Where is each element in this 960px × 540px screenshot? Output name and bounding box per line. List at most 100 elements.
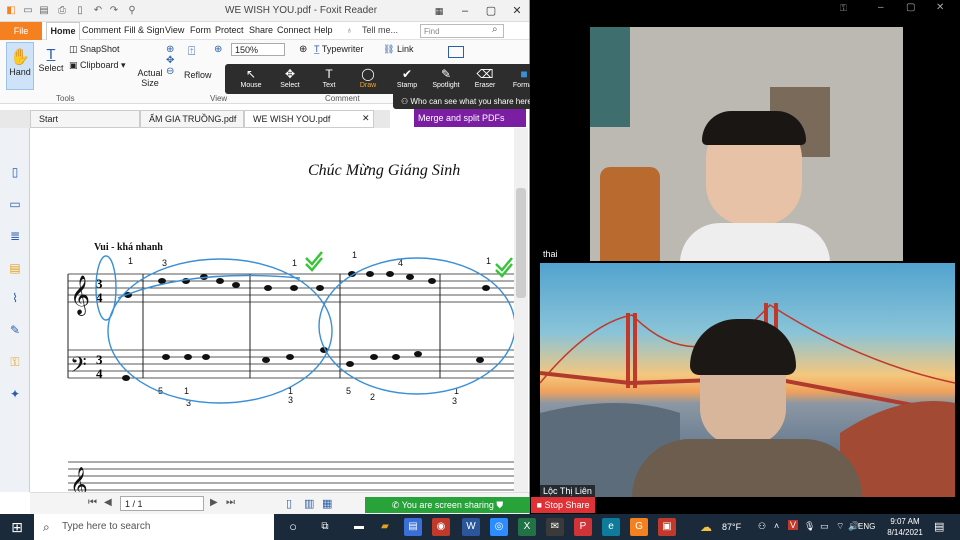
draw-tool-spotlight[interactable]: ✎ Spotlight [426,67,466,93]
undo-icon[interactable]: ↶ [92,5,104,17]
page-icon[interactable]: ▯ [74,5,86,17]
tell-me[interactable]: Tell me... [362,25,398,35]
draw-tool-select[interactable]: ✥ Select [270,67,310,93]
layers-icon[interactable]: ≣ [7,228,23,244]
foxit-app-icon[interactable]: G [630,518,648,536]
file-explorer-icon[interactable]: ▬ [350,518,368,536]
zoom-tools-icon[interactable]: ⊕ ✥ ⊖ [166,44,174,77]
single-page-icon[interactable]: ▯ [286,497,292,510]
menu-comment[interactable]: Comment [82,25,121,35]
app-red-icon[interactable]: ◉ [432,518,450,536]
merge-pdfs-banner[interactable]: Merge and split PDFs [414,109,526,127]
mail-icon[interactable]: ✉ [546,518,564,536]
redo-icon[interactable]: ↷ [108,5,120,17]
word-icon[interactable]: W [462,518,480,536]
window-minimize-zoom[interactable]: – [878,2,884,13]
zoom-in-icon[interactable]: ⊕ [299,44,307,55]
comments-icon[interactable]: ▤ [7,260,23,276]
tab-we-wish-you[interactable]: WE WISH YOU.pdf [244,110,374,128]
snapshot-button[interactable]: ◫ SnapShot [69,44,120,55]
prev-page-icon[interactable]: ◀ [104,497,112,508]
powerpoint-icon[interactable]: P [574,518,592,536]
next-page-icon[interactable]: ▶ [210,497,218,508]
menu-share[interactable]: Share [249,25,273,35]
clock[interactable]: 9:07 AM 8/14/2021 [884,516,926,538]
language-indicator[interactable]: ENG [858,522,875,531]
draw-tool-draw[interactable]: ◯ Draw [348,67,388,93]
screen-icon[interactable] [448,46,464,58]
close-button[interactable]: ✕ [504,2,529,20]
tools-icon[interactable]: ✦ [7,386,23,402]
customize-icon[interactable]: ⚲ [126,5,138,17]
facing-icon[interactable]: ▦ [322,497,332,510]
menu-fill-sign[interactable]: Fill & Sign [124,25,165,35]
menu-help[interactable]: Help [314,25,333,35]
people-icon[interactable]: ⚇ [758,521,766,532]
last-page-icon[interactable]: ⏭ [226,497,235,508]
select-button[interactable]: T̲ Select [37,42,65,90]
tab-start[interactable]: Start [30,110,140,128]
menu-view[interactable]: View [165,25,184,35]
window-close-zoom[interactable]: ✕ [936,2,944,13]
wifi-icon[interactable]: ⌔ [836,521,844,532]
zoom-app-icon[interactable]: ◎ [490,518,508,536]
actual-size-button[interactable]: Actual Size [134,68,166,88]
pages-icon[interactable]: ▯ [7,164,23,180]
link-button[interactable]: ⛓ Link [383,44,413,55]
store-icon[interactable]: ▤ [404,518,422,536]
taskbar-search[interactable]: ⌕ Type here to search [34,514,274,540]
first-page-icon[interactable]: ⏮ [88,497,97,508]
hand-button[interactable]: ✋ Hand [6,42,34,90]
notifications-icon[interactable]: ▤ [934,520,944,533]
menu-file[interactable]: File [0,22,42,40]
menu-protect[interactable]: Protect [215,25,244,35]
battery-icon[interactable]: ▭ [820,521,829,532]
excel-icon[interactable]: X [518,518,536,536]
signature-icon[interactable]: ✎ [7,322,23,338]
attachment-icon[interactable]: ⌇ [7,290,23,306]
participant-video-thai[interactable] [590,27,903,261]
participant-video-loc-thi-lien[interactable] [540,263,955,497]
draw-tool-text[interactable]: T Text [309,67,349,93]
menu-form[interactable]: Form [190,25,211,35]
minimize-button[interactable]: – [452,2,478,20]
folder-icon[interactable]: ▰ [376,518,394,536]
continuous-icon[interactable]: ▥ [304,497,314,510]
stop-share-button[interactable]: ■ Stop Share [531,497,595,513]
windows-start-icon[interactable]: ⊞ [0,514,34,540]
weather-icon[interactable]: ☁ [700,520,712,534]
tab-am-gia-truong[interactable]: ẨM GIA TRUỒNG.pdf [140,110,244,128]
draw-tool-mouse[interactable]: ↖ Mouse [231,67,271,93]
reflow-button[interactable]: Reflow [184,70,212,80]
window-maximize-zoom[interactable]: ▢ [906,2,915,13]
clipboard-button[interactable]: ▣ Clipboard ▾ [69,60,126,71]
typewriter-button[interactable]: T̲ Typewriter [314,44,363,54]
bookmark-icon[interactable]: ▭ [7,196,23,212]
open-icon[interactable]: ▭ [22,5,34,17]
pdf-app-icon[interactable]: ▣ [658,518,676,536]
task-view-icon[interactable]: ⧉ [316,518,334,536]
search-icon[interactable]: ⌕ [492,24,498,35]
save-icon[interactable]: ▤ [38,5,50,17]
microphone-icon[interactable]: 🎙 [804,521,815,532]
edge-icon[interactable]: e [602,518,620,536]
vertical-scrollbar[interactable] [514,128,528,492]
lock-icon[interactable]: ⚿ [7,354,23,370]
draw-tool-stamp[interactable]: ✔ Stamp [387,67,427,93]
menu-connect[interactable]: Connect [277,25,311,35]
cortana-icon[interactable]: ○ [284,518,302,536]
typewriter-icon: T̲ [314,44,322,54]
scroll-thumb[interactable] [516,188,526,298]
layout-icon[interactable]: ▦ [426,2,452,20]
print-icon[interactable]: ⎙ [56,5,68,17]
maximize-button[interactable]: ▢ [478,2,504,20]
menu-home[interactable]: Home [46,22,80,40]
antivirus-icon[interactable]: V [788,520,799,530]
page-number-input[interactable]: 1 / 1 [120,496,204,511]
chevron-up-icon[interactable]: ˄ [774,521,779,531]
pdf-page[interactable]: Chúc Mừng Giáng Sinh Vui - khá nhanh 𝄞 𝄢 [40,128,514,492]
temperature[interactable]: 87°F [722,522,741,532]
close-tab-icon[interactable]: ✕ [362,113,370,124]
draw-tool-eraser[interactable]: ⌫ Eraser [465,67,505,93]
zoom-select[interactable]: 150% [231,43,285,56]
